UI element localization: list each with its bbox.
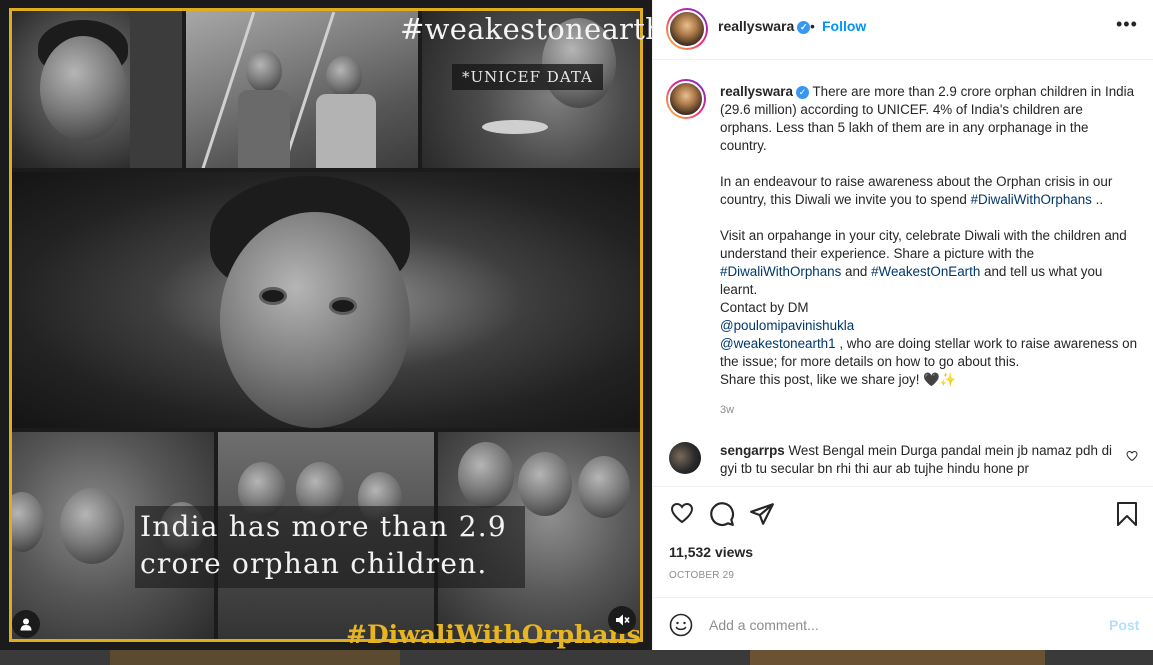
photo-detail	[316, 94, 376, 168]
modal-backdrop[interactable]	[0, 648, 1153, 665]
photo-detail	[518, 452, 572, 516]
comments-section[interactable]: reallyswara ✓ There are more than 2.9 cro…	[653, 60, 1153, 486]
media-hashtag-bottom: #DiwaliWithOrphans	[346, 620, 641, 649]
comment-like-heart-icon[interactable]	[1126, 449, 1138, 467]
photo-child-portrait-1	[10, 8, 182, 168]
photo-children-on-tracks	[186, 8, 418, 168]
comment-item: sengarrps West Bengal mein Durga pandal …	[720, 442, 1116, 478]
post-date[interactable]: OCTOBER 29	[669, 570, 734, 581]
comment-input[interactable]	[709, 610, 1089, 640]
caption-text: Contact by DM	[720, 300, 809, 315]
author-username[interactable]: reallyswara ✓	[718, 18, 811, 34]
post-comment-button[interactable]: Post	[1109, 617, 1139, 633]
muted-audio-icon[interactable]	[608, 606, 636, 634]
post-actions-bar: 11,532 views OCTOBER 29	[653, 486, 1153, 596]
media-hashtag-top: #weakestonearth	[400, 12, 652, 46]
media-caption: India has more than 2.9 crore orphan chi…	[140, 510, 507, 580]
mention-link[interactable]: @weakestonearth1	[720, 336, 836, 351]
commenter-username[interactable]: sengarrps	[720, 443, 785, 458]
caption-text: Visit an orpahange in your city, celebra…	[720, 228, 1127, 261]
post-caption: reallyswara ✓ There are more than 2.9 cro…	[720, 83, 1138, 389]
author-avatar[interactable]	[666, 8, 708, 50]
hashtag-link[interactable]: #DiwaliWithOrphans	[720, 264, 841, 279]
caption-text: Share this post, like we share joy! 🖤✨	[720, 372, 957, 387]
commenter-avatar[interactable]	[669, 442, 701, 474]
instagram-post-modal: #weakestonearth *UNICEF DATA India has m…	[0, 0, 1153, 665]
mention-link[interactable]: @poulomipavinishukla	[720, 318, 854, 333]
post-timestamp[interactable]: 3w	[720, 404, 734, 416]
photo-detail	[10, 492, 44, 552]
like-heart-icon[interactable]	[669, 501, 695, 530]
hashtag-link[interactable]: #WeakestOnEarth	[871, 264, 980, 279]
more-options-icon[interactable]: •••	[1116, 14, 1138, 35]
follow-button[interactable]: Follow	[822, 18, 866, 34]
photo-detail	[246, 50, 282, 92]
backdrop-thumbnail-right	[750, 648, 1045, 665]
post-header: reallyswara ✓ • Follow •••	[653, 0, 1153, 60]
photo-detail	[458, 442, 514, 508]
post-media[interactable]: #weakestonearth *UNICEF DATA India has m…	[0, 0, 652, 650]
photo-detail	[220, 212, 410, 428]
photo-detail	[238, 90, 290, 168]
photo-child-closeup	[10, 172, 642, 428]
photo-detail	[40, 36, 126, 141]
separator-dot: •	[810, 18, 815, 34]
share-send-icon[interactable]	[749, 501, 775, 532]
tagged-users-icon[interactable]	[12, 610, 40, 638]
photo-detail	[326, 56, 362, 96]
caption-author-avatar[interactable]	[666, 79, 706, 119]
verified-badge-icon: ✓	[795, 85, 809, 99]
media-source-badge: *UNICEF DATA	[452, 64, 603, 90]
caption-username[interactable]: reallyswara	[720, 84, 793, 99]
photo-detail	[482, 120, 548, 134]
photo-detail	[130, 8, 182, 168]
hashtag-link[interactable]: #DiwaliWithOrphans	[971, 192, 1092, 207]
comment-bubble-icon[interactable]	[709, 501, 735, 532]
backdrop-thumbnail-left	[110, 648, 400, 665]
caption-text: ..	[1091, 192, 1104, 207]
caption-text: and	[841, 264, 872, 279]
post-side-panel: reallyswara ✓ • Follow ••• reallyswara ✓ T…	[652, 0, 1153, 650]
photo-detail	[60, 488, 124, 564]
photo-detail	[332, 300, 354, 312]
verified-badge-icon: ✓	[797, 20, 811, 34]
photo-detail	[578, 456, 630, 518]
photo-detail	[262, 290, 284, 302]
emoji-smiley-icon[interactable]	[669, 613, 693, 642]
add-comment-bar: Post	[653, 597, 1153, 650]
view-count[interactable]: 11,532 views	[669, 544, 753, 560]
save-bookmark-icon[interactable]	[1115, 501, 1139, 532]
